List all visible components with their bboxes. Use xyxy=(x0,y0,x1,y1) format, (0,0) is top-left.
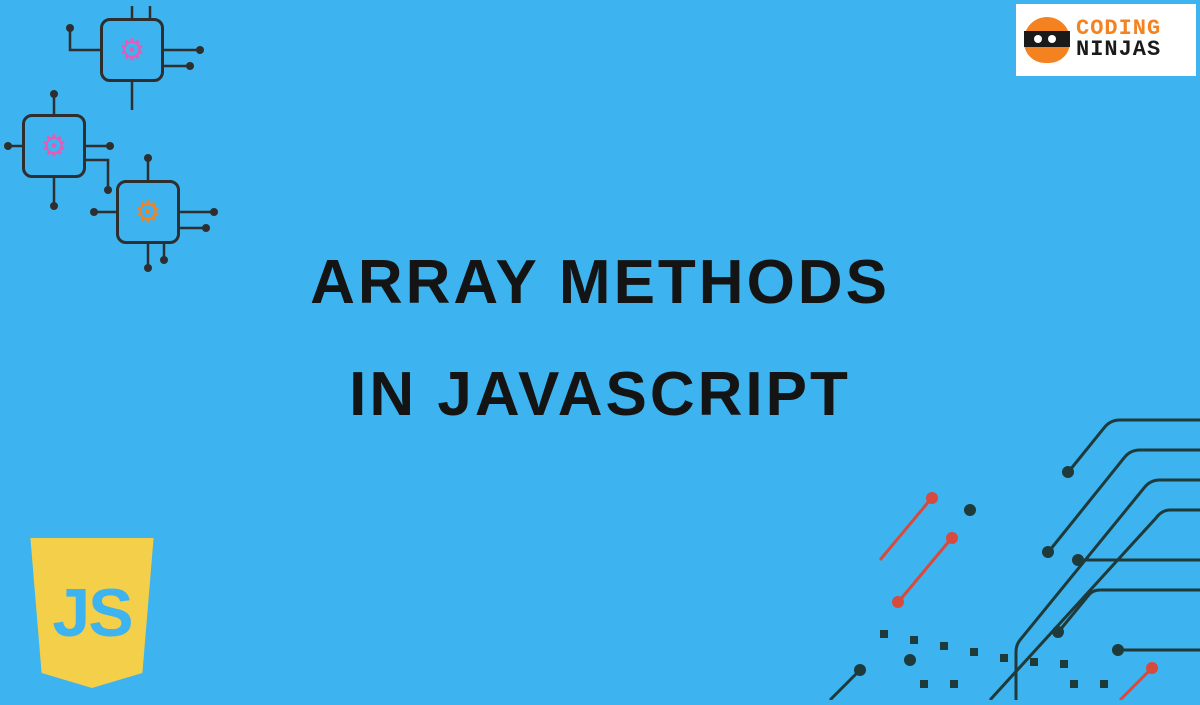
chip-decoration: ⚙ ⚙ ⚙ xyxy=(0,0,240,280)
javascript-shield-icon: JS xyxy=(22,538,162,688)
chip-icon: ⚙ xyxy=(22,114,86,178)
brand-word-2: NINJAS xyxy=(1076,40,1161,61)
chip-icon: ⚙ xyxy=(100,18,164,82)
banner-title: Array Methods in Javascript xyxy=(310,227,890,450)
circuit-decoration xyxy=(820,360,1200,700)
gear-icon: ⚙ xyxy=(41,129,68,164)
gear-icon: ⚙ xyxy=(119,33,146,68)
brand-text: CODING NINJAS xyxy=(1076,19,1161,61)
chip-icon: ⚙ xyxy=(116,180,180,244)
coding-ninjas-logo: CODING NINJAS xyxy=(1016,4,1196,76)
ninja-icon xyxy=(1024,17,1070,63)
gear-icon: ⚙ xyxy=(135,195,162,230)
title-line-1: Array Methods xyxy=(310,227,890,339)
js-badge-text: JS xyxy=(52,574,131,652)
title-line-2: in Javascript xyxy=(310,339,890,451)
